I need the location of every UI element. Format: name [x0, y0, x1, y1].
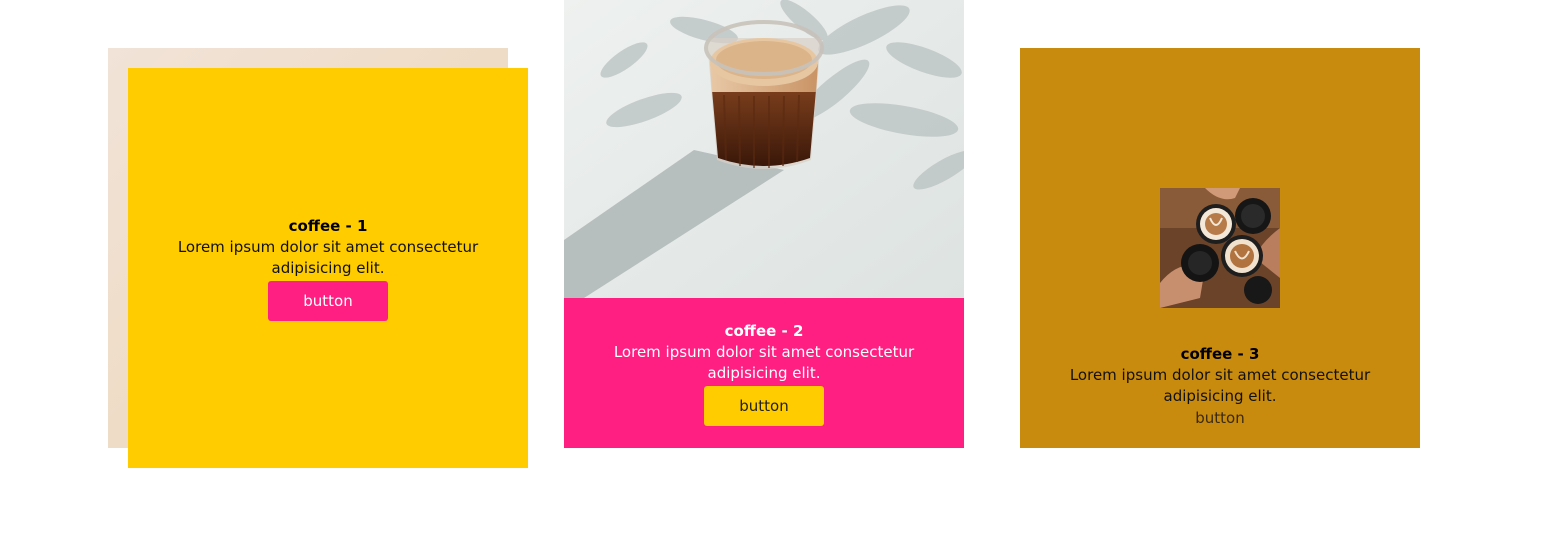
card-3-body: coffee - 3 Lorem ipsum dolor sit amet co…	[1020, 344, 1420, 428]
card-1-button[interactable]: button	[268, 280, 388, 321]
card-2-button[interactable]: button	[704, 385, 824, 426]
card-1-title: coffee - 1	[288, 216, 368, 235]
card-coffee-3: coffee - 3 Lorem ipsum dolor sit amet co…	[1020, 48, 1420, 448]
card-3-title: coffee - 3	[1180, 345, 1260, 363]
card-coffee-2: coffee - 2 Lorem ipsum dolor sit amet co…	[564, 0, 964, 448]
card-3-description: Lorem ipsum dolor sit amet consectetur a…	[1069, 366, 1371, 405]
card-coffee-1: coffee - 1 Lorem ipsum dolor sit amet co…	[128, 68, 528, 468]
card-1-description: Lorem ipsum dolor sit amet consectetur a…	[177, 237, 479, 277]
latte-cups-photo	[1160, 188, 1280, 308]
iced-coffee-photo	[564, 0, 964, 298]
card-3-button[interactable]: button	[1195, 407, 1244, 428]
card-2-description: Lorem ipsum dolor sit amet consectetur a…	[613, 342, 915, 382]
card-2-title: coffee - 2	[724, 321, 804, 340]
card-2-body: coffee - 2 Lorem ipsum dolor sit amet co…	[564, 298, 964, 448]
